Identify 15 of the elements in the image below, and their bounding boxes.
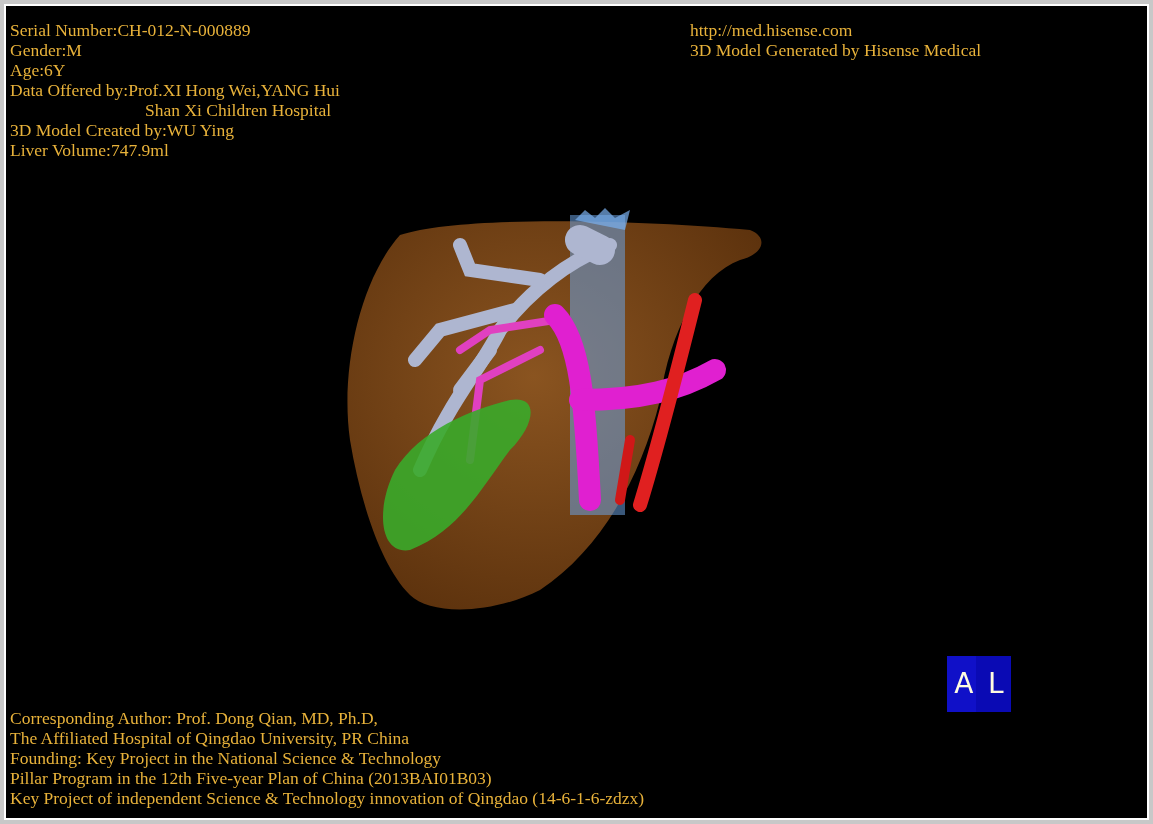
info-text: Liver Volume:747.9ml bbox=[10, 140, 169, 160]
credit-text: Key Project of independent Science & Technology innovation of Qingdao (14-6-1-6-zdzx) bbox=[10, 788, 645, 808]
generator-text: 3D Model Generated by Hisense Medical bbox=[690, 40, 982, 60]
credit-text: Founding: Key Project in the National Science & Technology bbox=[10, 748, 441, 768]
orientation-cube[interactable]: A L bbox=[947, 656, 1011, 712]
info-text: 3D Model Created by:WU Ying bbox=[10, 120, 234, 140]
info-text: Gender:M bbox=[10, 40, 82, 60]
credit-text: The Affiliated Hospital of Qingdao University, PR China bbox=[10, 728, 410, 748]
info-text: Shan Xi Children Hospital bbox=[144, 100, 332, 120]
credit-text: Corresponding Author: Prof. Dong Qian, MD, Ph.D, bbox=[10, 708, 378, 728]
website-link[interactable]: http://med.hisense.com bbox=[690, 20, 853, 40]
info-text: Serial Number:CH-012-N-000889 bbox=[10, 20, 251, 40]
info-text: Data Offered by:Prof.XI Hong Wei,YANG Hui bbox=[10, 80, 340, 100]
info-text: Age:6Y bbox=[10, 60, 66, 80]
credit-text: Pillar Program in the 12th Five-year Plan of China (2013BAI01B03) bbox=[10, 768, 492, 788]
